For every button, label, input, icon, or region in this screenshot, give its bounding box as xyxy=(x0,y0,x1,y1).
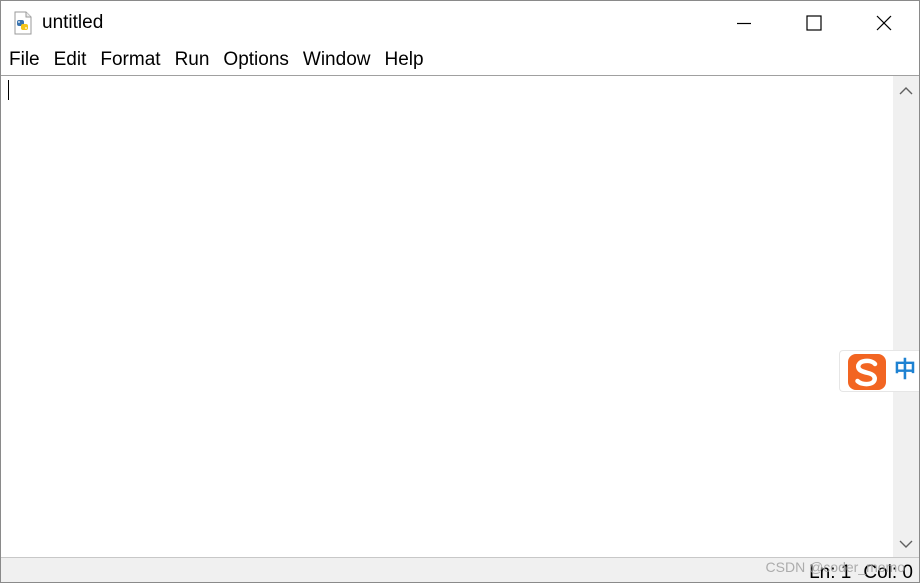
watermark: CSDN @coder_momo xyxy=(765,559,905,575)
menu-run[interactable]: Run xyxy=(168,45,217,75)
idle-editor-window: untitled File Edit Format Run Options Wi… xyxy=(0,0,920,583)
menu-bar: File Edit Format Run Options Window Help xyxy=(1,45,919,75)
close-icon xyxy=(876,15,892,31)
menu-format[interactable]: Format xyxy=(93,45,167,75)
editor-text-area[interactable] xyxy=(1,75,893,557)
maximize-button[interactable] xyxy=(779,1,849,45)
menu-edit[interactable]: Edit xyxy=(47,45,94,75)
ime-mode-indicator[interactable]: 中 xyxy=(894,357,916,385)
scroll-up-button[interactable] xyxy=(893,78,919,104)
minimize-button[interactable] xyxy=(709,1,779,45)
window-title: untitled xyxy=(42,12,104,33)
maximize-icon xyxy=(806,15,822,31)
sogou-s-icon xyxy=(848,354,886,390)
scroll-down-button[interactable] xyxy=(893,531,919,557)
chevron-up-icon xyxy=(899,87,913,95)
minimize-icon xyxy=(737,22,751,25)
menu-options[interactable]: Options xyxy=(216,45,295,75)
menu-help[interactable]: Help xyxy=(377,45,430,75)
menu-window[interactable]: Window xyxy=(296,45,378,75)
menu-file[interactable]: File xyxy=(2,45,47,75)
title-bar[interactable]: untitled xyxy=(1,1,919,45)
ime-toolbar[interactable]: 中 xyxy=(839,350,919,392)
text-caret xyxy=(8,80,9,100)
chevron-down-icon xyxy=(899,540,913,548)
python-file-icon xyxy=(14,11,32,35)
vertical-scrollbar[interactable] xyxy=(893,75,919,557)
close-button[interactable] xyxy=(849,1,919,45)
